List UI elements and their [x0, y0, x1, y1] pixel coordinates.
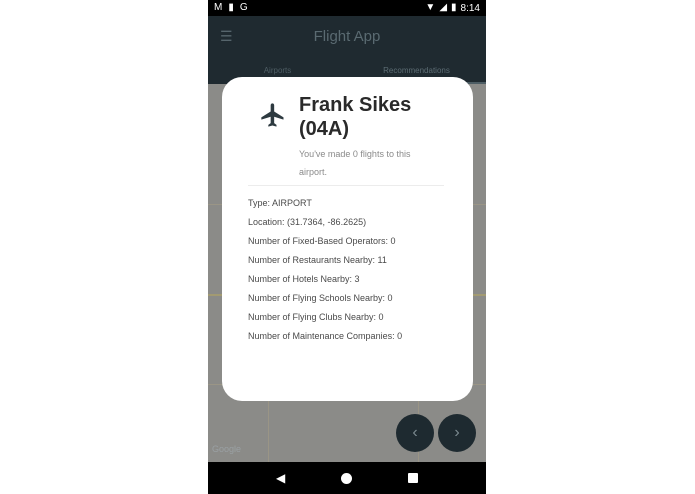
- document-icon: ▮: [228, 2, 234, 13]
- divider: [248, 185, 444, 186]
- recent-apps-icon[interactable]: [408, 473, 419, 483]
- detail-restaurants: Number of Restaurants Nearby: 11: [248, 255, 387, 265]
- hamburger-menu-icon[interactable]: ☰: [220, 28, 233, 45]
- signal-icon: ◢: [439, 2, 448, 13]
- flight-count-text: You've made 0 flights to this airport.: [299, 149, 411, 177]
- detail-type: Type: AIRPORT: [248, 198, 312, 208]
- previous-button[interactable]: ‹: [396, 414, 434, 452]
- app-title: Flight App: [313, 27, 381, 45]
- detail-maintenance: Number of Maintenance Companies: 0: [248, 331, 403, 341]
- wifi-icon: ▼: [425, 2, 436, 13]
- chevron-right-icon: ›: [454, 424, 460, 441]
- google-icon: G: [239, 2, 248, 13]
- back-icon[interactable]: ◀: [276, 471, 285, 485]
- airplane-icon: [261, 103, 284, 127]
- status-time: 8:14: [460, 2, 480, 14]
- airport-dialog: Frank Sikes (04A) You've made 0 flights …: [222, 77, 473, 401]
- navigation-bar: ◀: [208, 462, 486, 494]
- home-icon[interactable]: [341, 472, 353, 484]
- status-bar: M ▮ G ▼ ◢ ▮ 8:14: [208, 0, 486, 16]
- airport-name: Frank Sikes (04A): [299, 94, 412, 140]
- status-left-icons: M ▮ G: [214, 3, 248, 13]
- gmail-icon: M: [214, 2, 223, 13]
- chevron-left-icon: ‹: [412, 424, 418, 441]
- battery-icon: ▮: [451, 2, 457, 13]
- detail-location: Location: (31.7364, -86.2625): [248, 217, 367, 227]
- detail-flying-clubs: Number of Flying Clubs Nearby: 0: [248, 312, 384, 322]
- app-bar: ☰ Flight App: [208, 16, 486, 56]
- detail-flying-schools: Number of Flying Schools Nearby: 0: [248, 293, 393, 303]
- google-map-logo: Google: [212, 444, 242, 454]
- detail-hotels: Number of Hotels Nearby: 3: [248, 274, 360, 284]
- detail-fbo-count: Number of Fixed-Based Operators: 0: [248, 236, 396, 246]
- status-right-icons: ▼ ◢ ▮ 8:14: [425, 3, 480, 14]
- airport-details: Type: AIRPORT Location: (31.7364, -86.26…: [248, 194, 458, 346]
- next-button[interactable]: ›: [438, 414, 476, 452]
